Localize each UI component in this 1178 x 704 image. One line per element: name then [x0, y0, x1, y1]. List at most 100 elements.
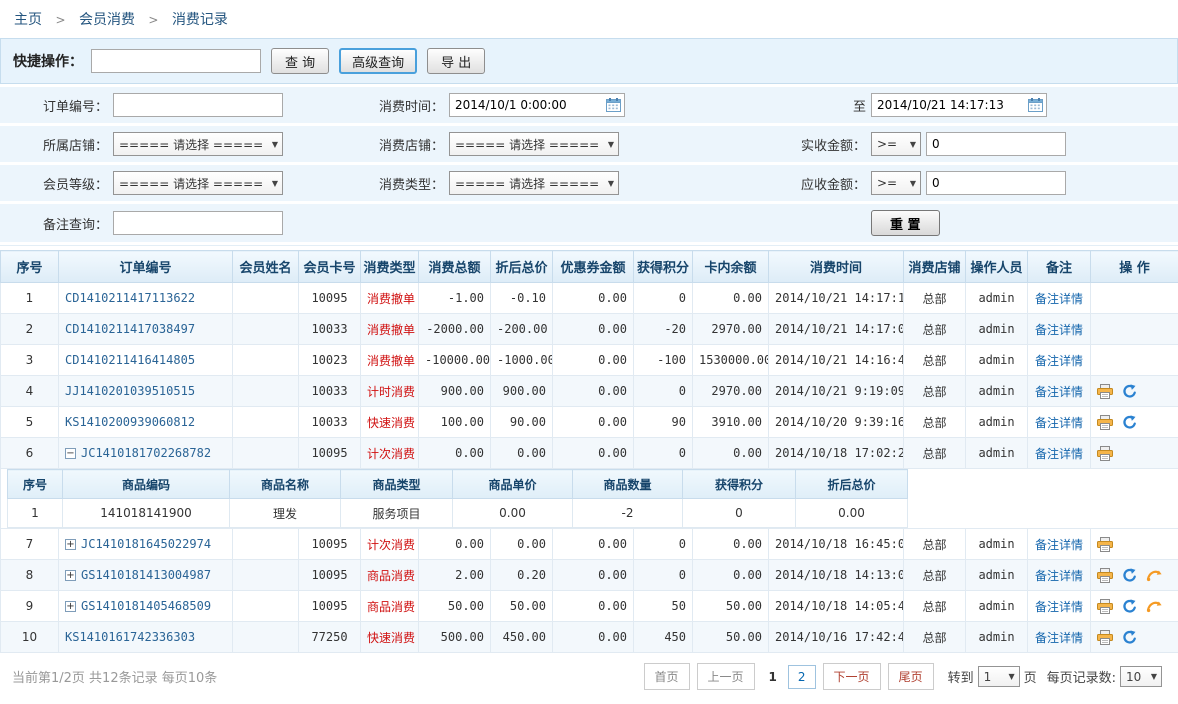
order-number-cell: −JC1410181702268782	[59, 438, 233, 469]
reset-button[interactable]: 重 置	[871, 210, 940, 236]
table-row: 10KS141016174233630377250快速消费500.00450.0…	[1, 622, 1178, 653]
expand-toggle-icon[interactable]: +	[65, 539, 76, 550]
column-header: 会员卡号	[299, 251, 361, 283]
breadcrumb-member-consume[interactable]: 会员消费	[79, 12, 135, 28]
order-number-cell: + JC1410181645022974	[59, 529, 233, 560]
owner-shop-select[interactable]: ===== 请选择 ===== ▼	[113, 132, 283, 156]
consume-time-from-input[interactable]	[449, 93, 625, 117]
order-no-input[interactable]	[113, 93, 283, 117]
page-number-current: 1	[765, 666, 781, 688]
row-index-cell: 9	[1, 591, 59, 622]
card-number-cell: 10095	[299, 560, 361, 591]
consume-type-cell: 消费撤单	[361, 345, 419, 376]
print-icon[interactable]	[1097, 568, 1113, 583]
print-icon[interactable]	[1097, 537, 1113, 552]
order-number-link[interactable]: JJ1410201039510515	[65, 384, 195, 398]
order-number-link[interactable]: CD1410211417113622	[65, 291, 195, 305]
collapse-toggle-icon[interactable]: −	[65, 448, 76, 459]
print-icon[interactable]	[1097, 446, 1113, 461]
points-cell: 0	[634, 529, 693, 560]
chevron-down-icon: ▼	[272, 179, 278, 188]
last-page-button[interactable]: 尾页	[888, 663, 934, 690]
remark-detail-link[interactable]: 备注详情	[1035, 447, 1083, 461]
order-number-link[interactable]: KS1410161742336303	[65, 630, 195, 644]
discounted-amount-cell: 450.00	[491, 622, 553, 653]
discounted-amount-cell: 0.00	[491, 438, 553, 469]
consume-type-select[interactable]: ===== 请选择 ===== ▼	[449, 171, 619, 195]
paid-amount-op-select[interactable]: >= ▼	[871, 132, 921, 156]
print-icon[interactable]	[1097, 415, 1113, 430]
receivable-amount-op-select[interactable]: >= ▼	[871, 171, 921, 195]
revoke-icon[interactable]	[1122, 599, 1137, 614]
expand-toggle-icon[interactable]: +	[65, 601, 76, 612]
remark-query-input[interactable]	[113, 211, 283, 235]
consume-type-cell: 计次消费	[361, 438, 419, 469]
first-page-button[interactable]: 首页	[644, 663, 690, 690]
breadcrumb-current-page: 消费记录	[172, 12, 228, 28]
export-button[interactable]: 导 出	[427, 48, 485, 74]
order-number-link[interactable]: GS1410181413004987	[81, 568, 211, 582]
page-number-link[interactable]: 2	[788, 665, 816, 689]
order-number-link[interactable]: CD1410211416414805	[65, 353, 195, 367]
refund-icon[interactable]	[1146, 599, 1162, 613]
order-item-row: 1141018141900理发服务项目0.00-200.00	[8, 499, 908, 528]
receivable-amount-input[interactable]	[926, 171, 1066, 195]
remark-detail-link[interactable]: 备注详情	[1035, 538, 1083, 552]
revoke-icon[interactable]	[1122, 630, 1137, 645]
order-number-link[interactable]: JC1410181645022974	[81, 537, 211, 551]
print-icon[interactable]	[1097, 630, 1113, 645]
row-index-cell: 3	[1, 345, 59, 376]
remark-detail-link[interactable]: 备注详情	[1035, 292, 1083, 306]
remark-cell: 备注详情	[1028, 314, 1091, 345]
print-icon[interactable]	[1097, 599, 1113, 614]
points-cell: 0	[634, 283, 693, 314]
total-amount-cell: 0.00	[419, 438, 491, 469]
table-row: 6−JC141018170226878210095计次消费0.000.000.0…	[1, 438, 1178, 469]
prev-page-button[interactable]: 上一页	[697, 663, 755, 690]
quick-search-input[interactable]	[91, 49, 261, 73]
remark-detail-link[interactable]: 备注详情	[1035, 631, 1083, 645]
print-icon[interactable]	[1097, 384, 1113, 399]
shop-cell: 总部	[904, 376, 966, 407]
order-number-link[interactable]: JC1410181702268782	[81, 446, 211, 460]
remark-detail-link[interactable]: 备注详情	[1035, 569, 1083, 583]
filter-row-4: 备注查询： 重 置	[0, 204, 1178, 242]
per-page-select[interactable]: 10 ▼	[1120, 666, 1162, 687]
revoke-icon[interactable]	[1122, 384, 1137, 399]
consume-type-cell: 商品消费	[361, 591, 419, 622]
remark-detail-link[interactable]: 备注详情	[1035, 385, 1083, 399]
order-number-link[interactable]: GS1410181405468509	[81, 599, 211, 613]
consume-shop-select[interactable]: ===== 请选择 ===== ▼	[449, 132, 619, 156]
calendar-icon[interactable]	[1028, 98, 1043, 112]
breadcrumb-home[interactable]: 主页	[14, 12, 42, 28]
row-index-cell: 8	[1, 560, 59, 591]
order-number-link[interactable]: KS1410200939060812	[65, 415, 195, 429]
expand-toggle-icon[interactable]: +	[65, 570, 76, 581]
next-page-button[interactable]: 下一页	[823, 663, 881, 690]
paid-amount-input[interactable]	[926, 132, 1066, 156]
remark-detail-link[interactable]: 备注详情	[1035, 354, 1083, 368]
revoke-icon[interactable]	[1122, 415, 1137, 430]
advanced-query-button[interactable]: 高级查询	[339, 48, 417, 74]
goto-page-select[interactable]: 1 ▼	[978, 666, 1020, 687]
revoke-icon[interactable]	[1122, 568, 1137, 583]
goto-section: 转到 1 ▼ 页 每页记录数: 10 ▼	[948, 666, 1166, 687]
column-header: 操 作	[1091, 251, 1178, 283]
query-button[interactable]: 查 询	[271, 48, 329, 74]
remark-detail-link[interactable]: 备注详情	[1035, 600, 1083, 614]
consume-time-cell: 2014/10/21 9:19:09	[769, 376, 904, 407]
member-level-select[interactable]: ===== 请选择 ===== ▼	[113, 171, 283, 195]
refund-icon[interactable]	[1146, 568, 1162, 582]
remark-detail-link[interactable]: 备注详情	[1035, 323, 1083, 337]
row-index-cell: 7	[1, 529, 59, 560]
member-name-cell	[233, 591, 299, 622]
consume-time-to-input[interactable]	[871, 93, 1047, 117]
consume-time-cell: 2014/10/18 16:45:02	[769, 529, 904, 560]
consume-time-cell: 2014/10/18 14:13:00	[769, 560, 904, 591]
actions-cell	[1091, 345, 1178, 376]
remark-detail-link[interactable]: 备注详情	[1035, 416, 1083, 430]
calendar-icon[interactable]	[606, 98, 621, 112]
table-row: 7+JC141018164502297410095计次消费0.000.000.0…	[1, 529, 1178, 560]
order-number-link[interactable]: CD1410211417038497	[65, 322, 195, 336]
coupon-amount-cell: 0.00	[553, 622, 634, 653]
